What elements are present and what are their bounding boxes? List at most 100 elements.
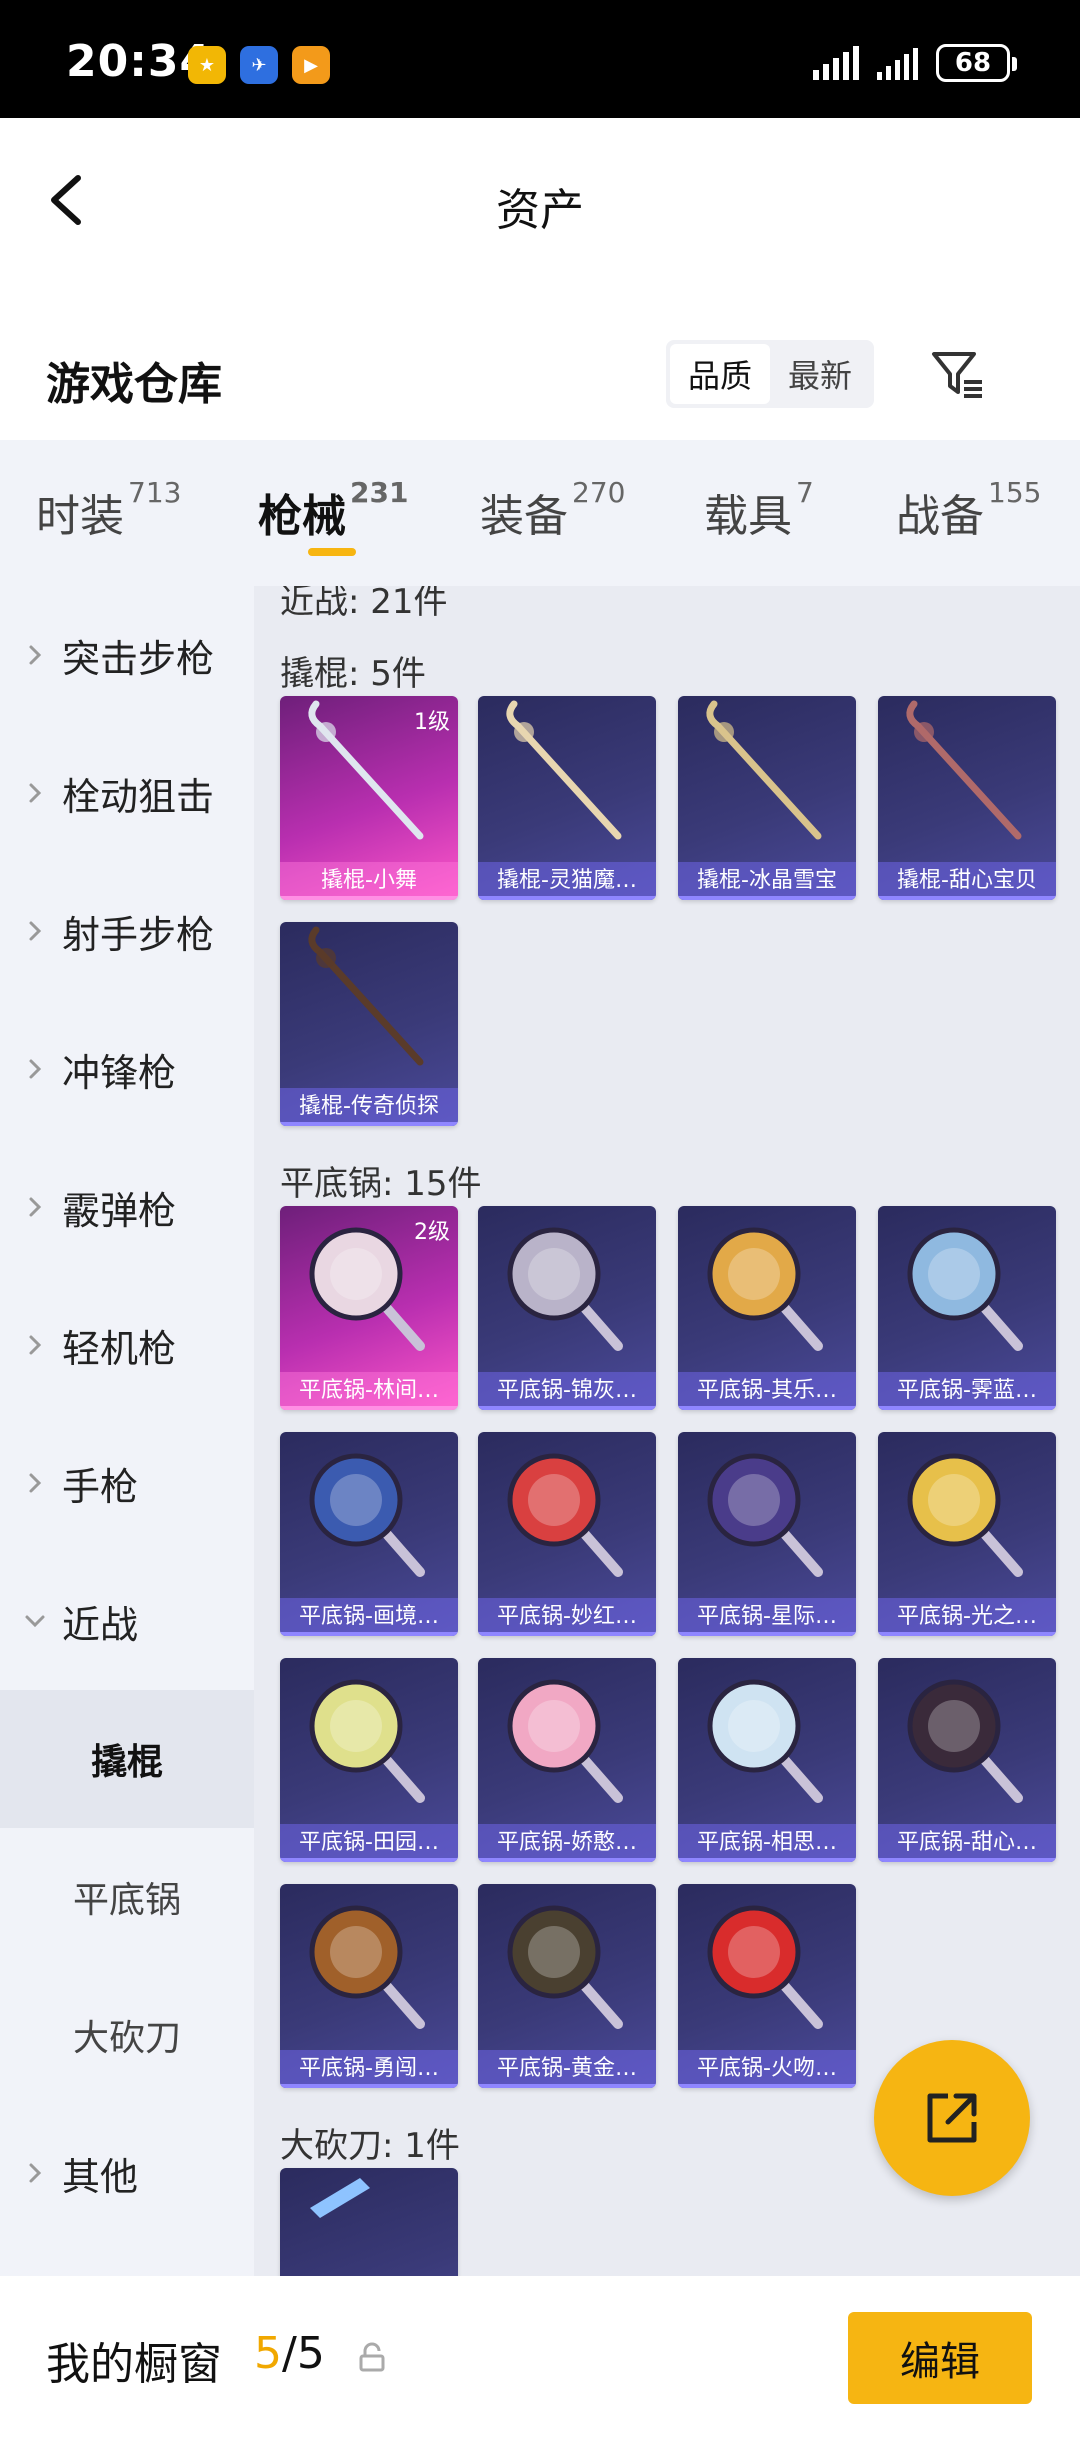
section-header-crowbar: 撬棍: 5件	[280, 654, 426, 694]
item-card[interactable]: 平底锅-锦灰…	[478, 1206, 656, 1410]
item-name: 平底锅-妙红…	[478, 1598, 656, 1636]
chevron-right-icon	[29, 1473, 42, 1493]
chevron-right-icon	[29, 783, 42, 803]
item-card[interactable]: 平底锅-画境…	[280, 1432, 458, 1636]
frying-pan-icon	[707, 1453, 823, 1577]
item-card[interactable]: 撬棍-甜心宝贝	[878, 696, 1056, 900]
item-name: 撬棍-甜心宝贝	[878, 862, 1056, 900]
chevron-right-icon	[29, 921, 42, 941]
chevron-right-icon	[29, 1335, 42, 1355]
sidebar-sub-machete[interactable]: 大砍刀	[0, 1966, 254, 2104]
frying-pan-icon	[707, 1905, 823, 2029]
tab-equipment[interactable]: 装备 270	[480, 476, 625, 544]
sort-newest-button[interactable]: 最新	[770, 344, 870, 404]
item-card[interactable]: 平底锅-霁蓝…	[878, 1206, 1056, 1410]
sidebar-sub-crowbar[interactable]: 撬棍	[0, 1690, 254, 1828]
tab-combat-supplies[interactable]: 战备 155	[896, 476, 1041, 544]
sidebar-item-label: 手枪	[62, 1464, 139, 1509]
showcase-bar: 我的橱窗 5/5 编辑	[0, 2276, 1080, 2438]
sidebar-item-label: 轻机枪	[62, 1326, 177, 1371]
chevron-right-icon	[29, 2163, 42, 2183]
crowbar-icon	[706, 700, 822, 840]
category-tabs: 时装 713 枪械 231 装备 270 载具 7 战备 155	[0, 440, 1080, 586]
item-card[interactable]: 1级撬棍-小舞	[280, 696, 458, 900]
item-name: 平底锅-光之…	[878, 1598, 1056, 1636]
chevron-right-icon	[29, 1197, 42, 1217]
frying-pan-icon	[507, 1227, 623, 1351]
status-bar: 20:34 ★ ✈ ▶ 68	[0, 0, 1080, 118]
sidebar-item-marksman-rifle[interactable]: 射手步枪	[0, 862, 254, 1000]
item-grid: 近战: 21件 撬棍: 5件 1级 撬棍-小舞 撬棍-灵猫魔… 撬棍-冰晶雪宝 撬棍-甜心…	[254, 586, 1080, 2276]
sort-quality-button[interactable]: 品质	[670, 344, 770, 404]
sidebar-item-smg[interactable]: 冲锋枪	[0, 1000, 254, 1138]
item-card[interactable]	[280, 2168, 458, 2276]
weapon-type-sidebar: 突击步枪栓动狙击射手步枪 冲锋枪霰弹枪轻机枪手枪近战撬棍 平底锅 大砍刀 其他	[0, 586, 254, 2276]
item-card[interactable]: 平底锅-甜心…	[878, 1658, 1056, 1862]
item-name: 平底锅-勇闯…	[280, 2050, 458, 2088]
sidebar-item-label: 栓动狙击	[62, 774, 215, 819]
frying-pan-icon	[309, 1905, 425, 2029]
item-card[interactable]: 平底锅-相思…	[678, 1658, 856, 1862]
active-tab-indicator	[308, 548, 356, 556]
item-name: 撬棍-冰晶雪宝	[678, 862, 856, 900]
tab-firearms[interactable]: 枪械 231	[258, 476, 408, 544]
signal-icon	[813, 46, 859, 80]
section-header-frying-pan: 平底锅: 15件	[280, 1164, 482, 1204]
sort-toggle: 品质 最新	[666, 340, 874, 408]
item-card[interactable]: 平底锅-星际…	[678, 1432, 856, 1636]
share-fab[interactable]	[874, 2040, 1030, 2196]
sidebar-item-melee[interactable]: 近战	[0, 1552, 254, 1690]
section-header-melee: 近战: 21件	[280, 586, 448, 622]
sidebar-item-bolt-sniper[interactable]: 栓动狙击	[0, 724, 254, 862]
frying-pan-icon	[707, 1679, 823, 1803]
frying-pan-icon	[907, 1453, 1023, 1577]
item-card[interactable]: 平底锅-火吻…	[678, 1884, 856, 2088]
app-2-icon: ✈	[240, 46, 278, 84]
item-name: 平底锅-其乐…	[678, 1372, 856, 1410]
item-card[interactable]: 撬棍-灵猫魔…	[478, 696, 656, 900]
item-name: 平底锅-星际…	[678, 1598, 856, 1636]
item-name: 平底锅-火吻…	[678, 2050, 856, 2088]
sidebar-item-label: 近战	[62, 1602, 139, 1647]
machete-icon	[310, 2178, 370, 2218]
edit-button[interactable]: 编辑	[848, 2312, 1032, 2404]
sidebar-item-label: 突击步枪	[62, 636, 215, 681]
external-link-icon	[927, 2093, 977, 2143]
item-card[interactable]: 平底锅-妙红…	[478, 1432, 656, 1636]
item-name: 平底锅-霁蓝…	[878, 1372, 1056, 1410]
filter-icon[interactable]	[928, 344, 988, 404]
item-name: 平底锅-画境…	[280, 1598, 458, 1636]
item-card[interactable]: 平底锅-光之…	[878, 1432, 1056, 1636]
item-card[interactable]: 平底锅-黄金…	[478, 1884, 656, 2088]
crowbar-icon	[308, 926, 424, 1066]
frying-pan-icon	[309, 1679, 425, 1803]
sidebar-item-shotgun[interactable]: 霰弹枪	[0, 1138, 254, 1276]
item-card[interactable]: 撬棍-冰晶雪宝	[678, 696, 856, 900]
item-name: 撬棍-小舞	[280, 862, 458, 900]
frying-pan-icon	[309, 1453, 425, 1577]
chevron-down-icon	[25, 1615, 45, 1628]
item-name: 平底锅-田园…	[280, 1824, 458, 1862]
item-card[interactable]: 撬棍-传奇侦探	[280, 922, 458, 1126]
item-name: 撬棍-灵猫魔…	[478, 862, 656, 900]
item-card[interactable]: 平底锅-田园…	[280, 1658, 458, 1862]
lock-icon	[359, 2342, 385, 2372]
showcase-title: 我的橱窗	[46, 2339, 222, 2390]
sidebar-sub-frying-pan[interactable]: 平底锅	[0, 1828, 254, 1966]
status-indicators: 68	[813, 44, 1017, 82]
item-card[interactable]: 平底锅-其乐…	[678, 1206, 856, 1410]
sidebar-item-assault-rifle[interactable]: 突击步枪	[0, 586, 254, 724]
item-level: 1级	[414, 710, 450, 735]
crowbar-icon	[906, 700, 1022, 840]
tab-vehicles[interactable]: 载具 7	[704, 476, 814, 544]
sidebar-item-other[interactable]: 其他	[0, 2104, 254, 2242]
sidebar-item-pistol[interactable]: 手枪	[0, 1414, 254, 1552]
item-card[interactable]: 平底锅-勇闯…	[280, 1884, 458, 2088]
sidebar-item-lmg[interactable]: 轻机枪	[0, 1276, 254, 1414]
frying-pan-icon	[907, 1679, 1023, 1803]
showcase-count: 5/5	[254, 2328, 325, 2379]
tab-fashion[interactable]: 时装 713	[36, 476, 181, 544]
item-card[interactable]: 2级 平底锅-林间…	[280, 1206, 458, 1410]
sidebar-item-label: 霰弹枪	[62, 1188, 177, 1233]
item-card[interactable]: 平底锅-娇憨…	[478, 1658, 656, 1862]
